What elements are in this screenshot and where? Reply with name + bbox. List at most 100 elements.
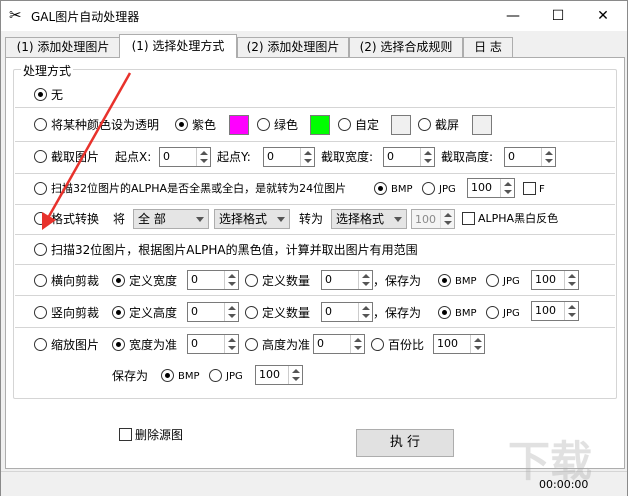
radio-crop[interactable]	[34, 150, 47, 163]
spinner-icon	[470, 335, 484, 353]
app-window: ✂ GAL图片自动处理器 — ☐ ✕ (1) 添加处理图片 (1) 选择处理方式…	[0, 0, 628, 496]
crop-height-input[interactable]: 0	[504, 147, 556, 167]
label-custom: 自定	[355, 118, 380, 132]
checkbox-delete-source[interactable]	[119, 428, 132, 441]
radio-transparent[interactable]	[34, 118, 47, 131]
radio-green[interactable]	[257, 118, 270, 131]
radio-scale-bmp[interactable]	[161, 369, 174, 382]
radio-scan[interactable]	[34, 243, 47, 256]
start-y-input[interactable]: 0	[263, 147, 315, 167]
checkbox-alpha-invert[interactable]	[462, 212, 475, 225]
vcut-height-input[interactable]: 0	[187, 302, 239, 322]
tab-log[interactable]: 日 志	[463, 37, 513, 57]
label-delete-source: 删除源图	[135, 428, 184, 442]
label-by-width: 宽度为准	[129, 338, 178, 352]
radio-hcut-jpg[interactable]	[486, 274, 499, 287]
format-select-2[interactable]: 选择格式	[331, 209, 407, 229]
minimize-button[interactable]: —	[491, 1, 535, 31]
label-alpha32: 扫描32位图片的ALPHA是否全黑或全白，是就转为24位图片	[51, 182, 347, 195]
scissors-icon: ✂	[9, 6, 22, 24]
screen-swatch[interactable]	[472, 115, 492, 135]
scale-width-input[interactable]: 0	[187, 334, 239, 354]
maximize-button[interactable]: ☐	[536, 1, 580, 31]
vcut-count-input[interactable]: 0	[321, 302, 373, 322]
label-crop-width: 截取宽度:	[321, 150, 374, 164]
close-button[interactable]: ✕	[581, 1, 625, 31]
radio-format[interactable]	[34, 212, 47, 225]
green-swatch[interactable]	[310, 115, 330, 135]
label-none: 无	[51, 88, 64, 102]
radio-alpha32-bmp[interactable]	[374, 182, 387, 195]
radio-scale-height[interactable]	[245, 338, 258, 351]
label-crop-height: 截取高度:	[441, 150, 494, 164]
label-scale-save-as: 保存为	[112, 369, 149, 383]
hcut-width-input[interactable]: 0	[187, 270, 239, 290]
custom-swatch[interactable]	[391, 115, 411, 135]
scale-percent-input[interactable]: 100	[433, 334, 485, 354]
radio-purple[interactable]	[175, 118, 188, 131]
spinner-icon	[358, 271, 372, 289]
scale-quality-input[interactable]: 100	[255, 365, 303, 385]
radio-hcut-bmp[interactable]	[438, 274, 451, 287]
start-x-input[interactable]: 0	[159, 147, 211, 167]
label-jpg: JPG	[503, 276, 520, 287]
radio-vcut[interactable]	[34, 306, 47, 319]
crop-width-input[interactable]: 0	[383, 147, 435, 167]
radio-custom[interactable]	[338, 118, 351, 131]
hcut-quality-input[interactable]: 100	[531, 270, 579, 290]
divider	[15, 107, 615, 108]
label-scan: 扫描32位图片，根据图片ALPHA的黑色值，计算并取出图片有用范围	[51, 243, 418, 257]
vcut-quality-input[interactable]: 100	[531, 301, 579, 321]
spinner-icon	[500, 179, 514, 197]
divider	[15, 204, 615, 205]
svg-text:下载: 下载	[508, 437, 592, 486]
scale-height-input[interactable]: 0	[313, 334, 365, 354]
label-bmp: BMP	[178, 371, 200, 382]
tab-add-images-1[interactable]: (1) 添加处理图片	[5, 37, 121, 57]
radio-vcut-height[interactable]	[112, 306, 125, 319]
label-f: F	[539, 184, 545, 195]
radio-scale-jpg[interactable]	[209, 369, 222, 382]
radio-vcut-count[interactable]	[245, 306, 258, 319]
radio-screen[interactable]	[418, 118, 431, 131]
label-bmp: BMP	[455, 308, 477, 319]
source-format-select[interactable]: 全 部	[133, 209, 209, 229]
spinner-icon	[196, 148, 210, 166]
chevron-down-icon	[196, 217, 204, 222]
alpha32-quality-input[interactable]: 100	[467, 178, 515, 198]
spinner-icon	[224, 303, 238, 321]
purple-swatch[interactable]	[229, 115, 249, 135]
checkbox-f[interactable]	[523, 182, 536, 195]
label-jpg: JPG	[503, 308, 520, 319]
divider	[15, 234, 615, 235]
label-alpha-invert: ALPHA黑白反色	[478, 212, 559, 225]
radio-none[interactable]	[34, 88, 47, 101]
label-percent: 百份比	[388, 338, 425, 352]
spinner-icon	[541, 148, 555, 166]
radio-alpha32[interactable]	[34, 182, 47, 195]
spinner-icon	[224, 271, 238, 289]
divider	[15, 173, 615, 174]
label-green: 绿色	[274, 118, 299, 132]
radio-scale[interactable]	[34, 338, 47, 351]
label-purple: 紫色	[192, 118, 217, 132]
hcut-count-input[interactable]: 0	[321, 270, 373, 290]
tab-compose-rules-2[interactable]: (2) 选择合成规则	[349, 37, 463, 57]
radio-vcut-jpg[interactable]	[486, 306, 499, 319]
label-def-count: 定义数量	[262, 306, 311, 320]
radio-scale-percent[interactable]	[371, 338, 384, 351]
radio-hcut-width[interactable]	[112, 274, 125, 287]
format-select-1[interactable]: 选择格式	[214, 209, 290, 229]
radio-hcut[interactable]	[34, 274, 47, 287]
format-quality-input[interactable]: 100	[411, 209, 455, 229]
tab-select-method-1[interactable]: (1) 选择处理方式	[119, 34, 237, 58]
label-screen: 截屏	[435, 118, 460, 132]
label-def-height: 定义高度	[129, 306, 178, 320]
radio-vcut-bmp[interactable]	[438, 306, 451, 319]
radio-alpha32-jpg[interactable]	[422, 182, 435, 195]
tab-add-images-2[interactable]: (2) 添加处理图片	[237, 37, 349, 57]
radio-hcut-count[interactable]	[245, 274, 258, 287]
label-jpg: JPG	[439, 184, 456, 195]
execute-button[interactable]: 执 行	[356, 429, 454, 457]
radio-scale-width[interactable]	[112, 338, 125, 351]
